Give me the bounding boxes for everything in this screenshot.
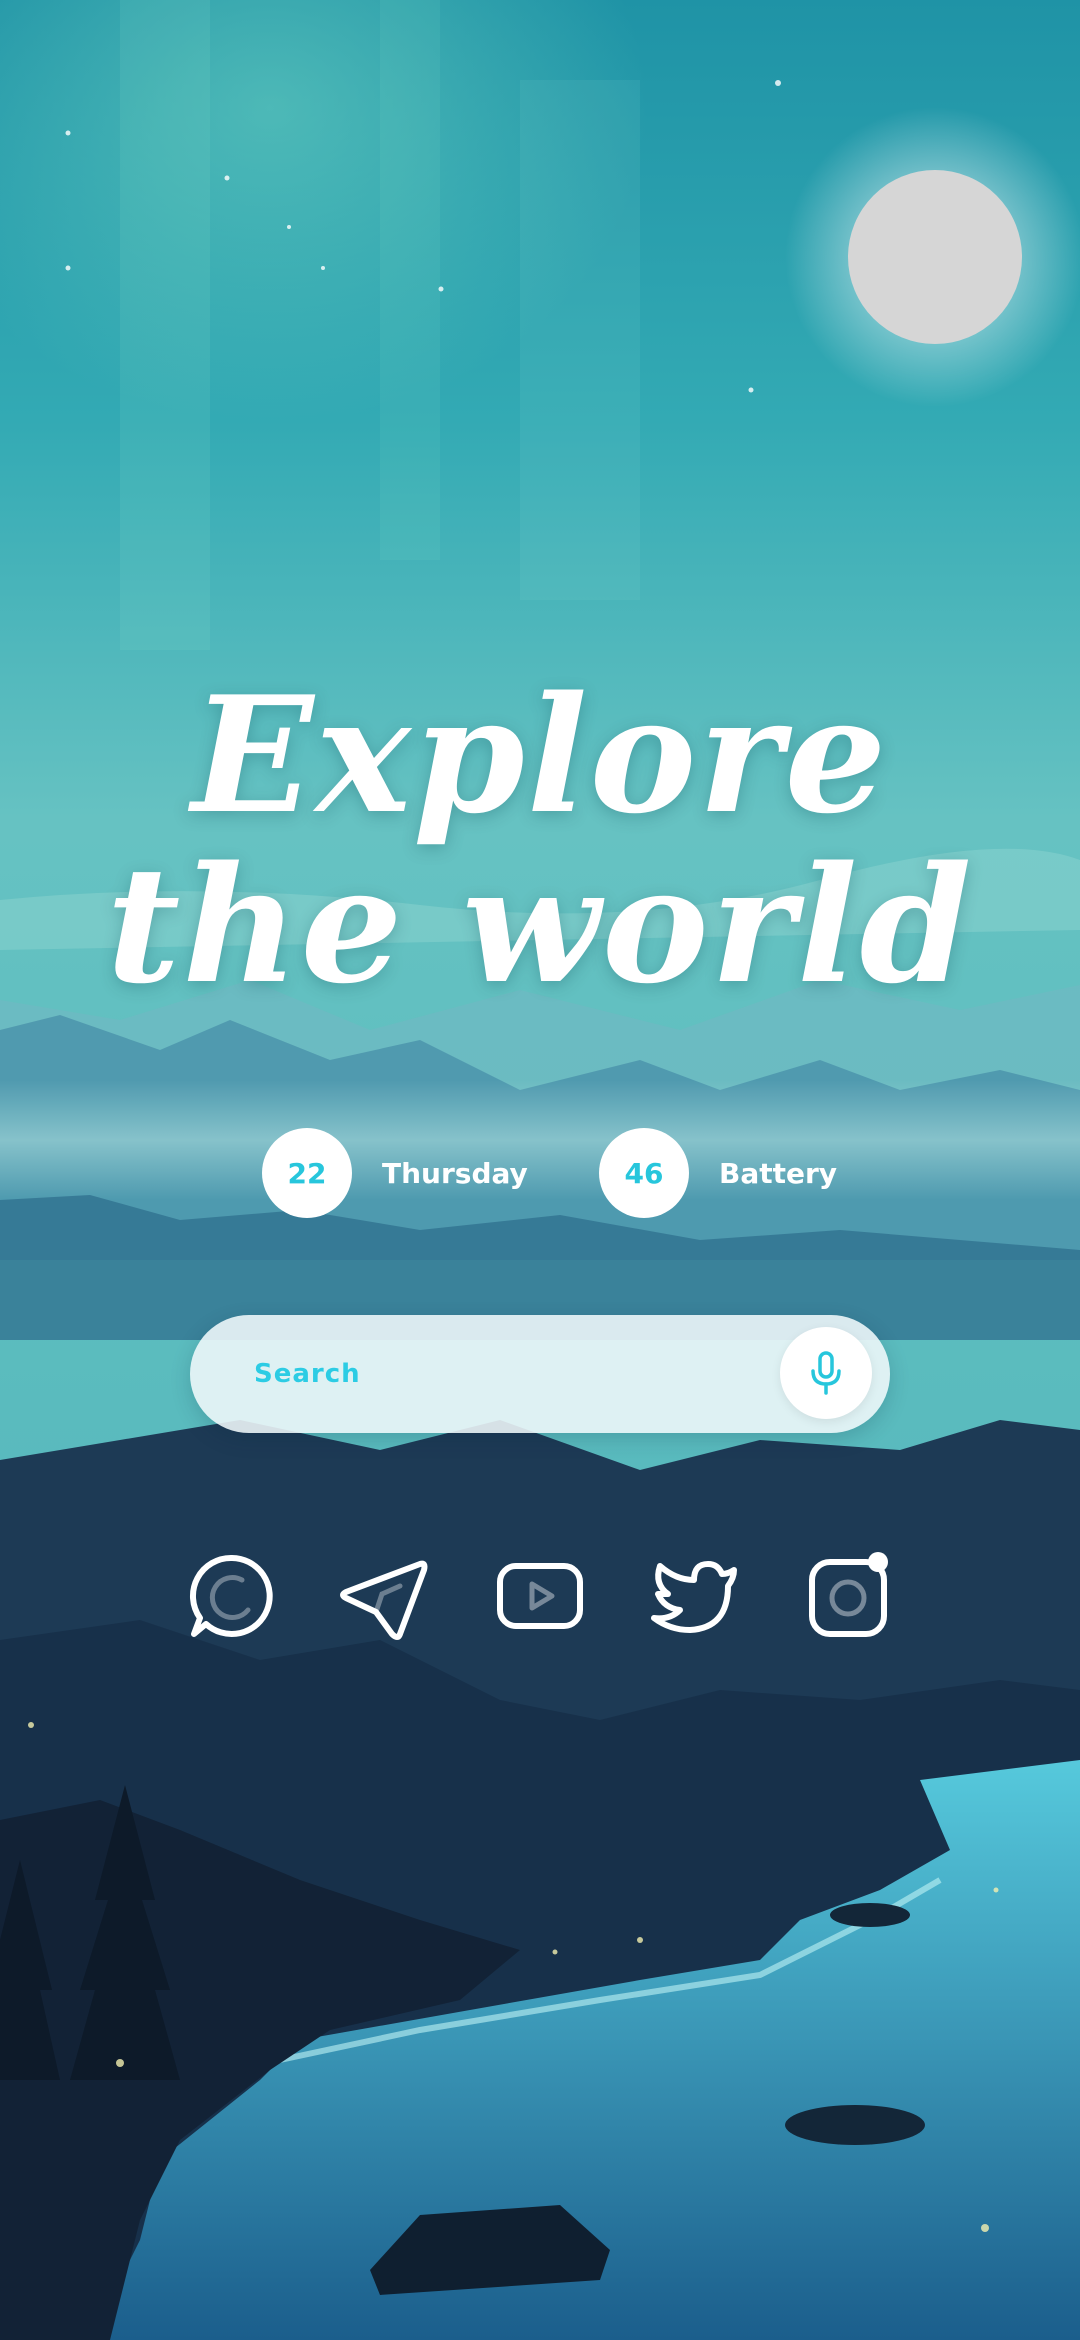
instagram-icon: [809, 1552, 888, 1637]
microphone-icon: [811, 1351, 841, 1395]
date-widget[interactable]: 22 Thursday: [262, 1128, 528, 1218]
search-bar[interactable]: Search: [190, 1315, 890, 1433]
telegram-icon: [340, 1560, 428, 1640]
youtube-icon: [497, 1563, 583, 1629]
battery-label: Battery: [719, 1156, 838, 1190]
telegram-app[interactable]: [336, 1548, 432, 1644]
whatsapp-app[interactable]: [184, 1548, 280, 1644]
battery-widget[interactable]: 46 Battery: [599, 1128, 837, 1218]
hero-title-line-2: the world: [106, 831, 974, 1019]
battery-level-badge: 46: [599, 1128, 689, 1218]
app-dock: [0, 1548, 1080, 1648]
youtube-app[interactable]: [492, 1548, 588, 1644]
date-day-badge: 22: [262, 1128, 352, 1218]
wallpaper-landscape: [0, 0, 1080, 2340]
date-weekday-label: Thursday: [382, 1156, 528, 1190]
whatsapp-icon: [189, 1554, 273, 1637]
search-input[interactable]: Search: [254, 1315, 361, 1433]
hero-title: Explore the world: [0, 670, 1080, 1010]
voice-search-button[interactable]: [780, 1327, 872, 1419]
twitter-app[interactable]: [646, 1548, 742, 1644]
twitter-icon: [651, 1561, 737, 1633]
hero-title-line-1: Explore: [191, 661, 889, 849]
notification-dot: [868, 1552, 888, 1572]
instagram-app[interactable]: [800, 1548, 896, 1644]
